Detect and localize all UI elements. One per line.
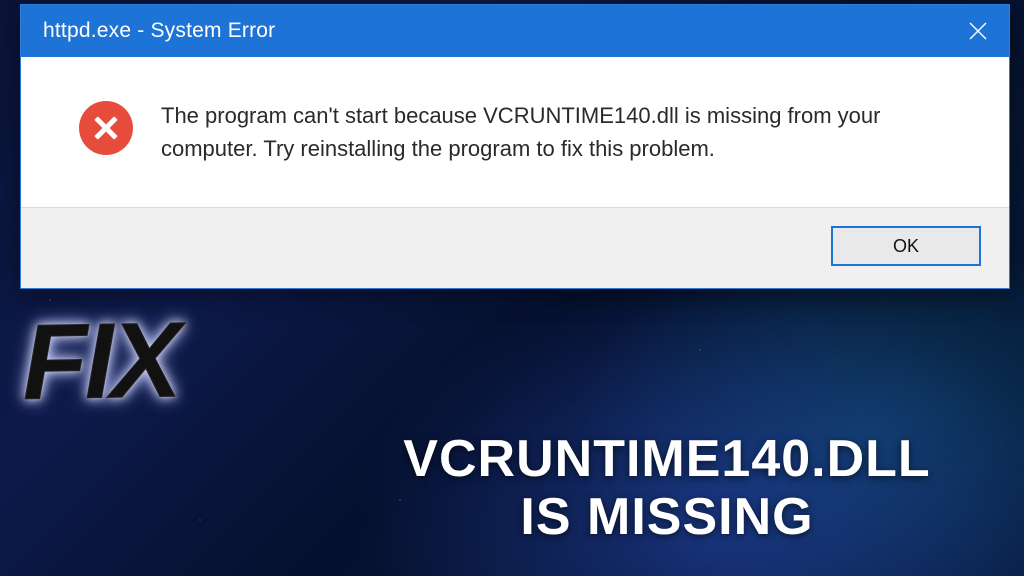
dialog-message: The program can't start because VCRUNTIM…: [161, 99, 961, 165]
dialog-titlebar[interactable]: httpd.exe - System Error: [21, 5, 1009, 57]
ok-button[interactable]: OK: [831, 226, 981, 266]
dialog-body: The program can't start because VCRUNTIM…: [21, 57, 1009, 208]
overlay-fix-text: FIX: [21, 311, 179, 411]
overlay-caption: VCRUNTIME140.DLL IS MISSING: [330, 430, 1004, 546]
dialog-footer: OK: [21, 208, 1009, 288]
close-icon: [968, 21, 988, 41]
error-icon: [79, 101, 133, 155]
close-button[interactable]: [947, 5, 1009, 57]
caption-line-1: VCRUNTIME140.DLL: [330, 430, 1004, 488]
error-dialog: httpd.exe - System Error The program can…: [20, 4, 1010, 289]
caption-line-2: IS MISSING: [330, 488, 1004, 546]
dialog-title: httpd.exe - System Error: [43, 19, 275, 43]
thumbnail-backdrop: httpd.exe - System Error The program can…: [0, 0, 1024, 576]
